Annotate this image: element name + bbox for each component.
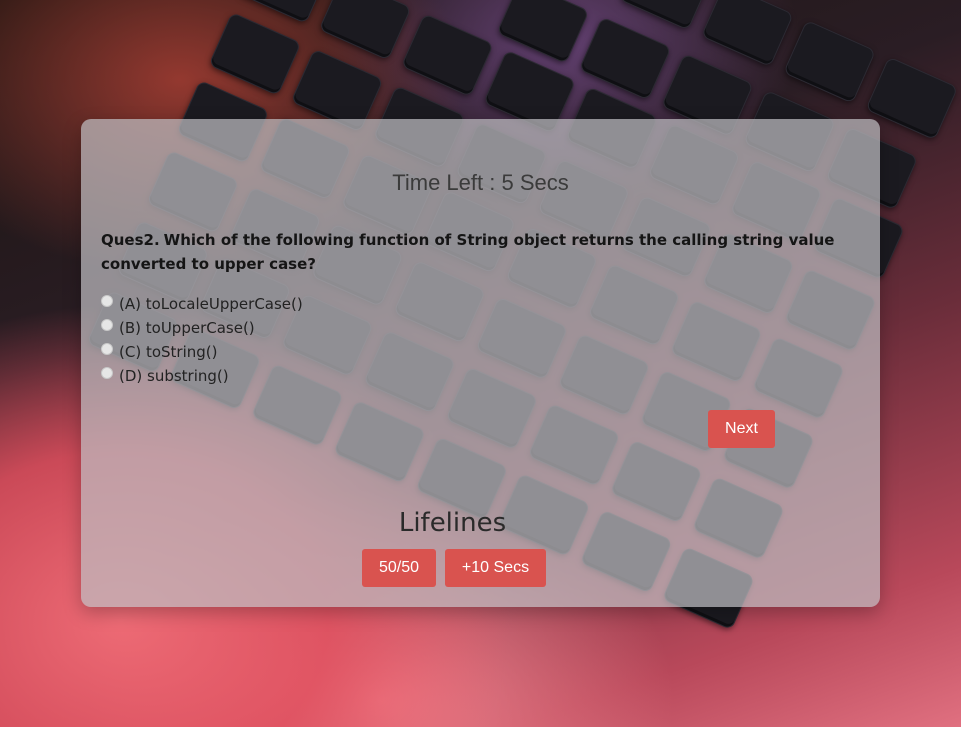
option-a-label: (A) toLocaleUpperCase() <box>119 295 303 313</box>
fifty-fifty-button[interactable]: 50/50 <box>362 549 436 587</box>
lifelines-title: Lifelines <box>398 508 507 538</box>
question-body: Which of the following function of Strin… <box>101 231 835 273</box>
option-c-label: (C) toString() <box>119 343 218 361</box>
time-left-label: Time Left : 5 Secs <box>392 170 569 195</box>
option-d-radio[interactable] <box>101 367 113 379</box>
option-d[interactable]: (D) substring() <box>101 364 303 388</box>
option-c[interactable]: (C) toString() <box>101 340 303 364</box>
option-a[interactable]: (A) toLocaleUpperCase() <box>101 292 303 316</box>
option-b[interactable]: (B) toUpperCase() <box>101 316 303 340</box>
option-b-radio[interactable] <box>101 319 113 331</box>
question-number: Ques2. <box>101 231 160 249</box>
answer-options: (A) toLocaleUpperCase() (B) toUpperCase(… <box>101 292 303 388</box>
option-b-label: (B) toUpperCase() <box>119 319 255 337</box>
add-ten-seconds-button[interactable]: +10 Secs <box>445 549 546 587</box>
question-text: Ques2. Which of the following function of… <box>101 228 871 276</box>
option-a-radio[interactable] <box>101 295 113 307</box>
option-c-radio[interactable] <box>101 343 113 355</box>
option-d-label: (D) substring() <box>119 367 229 385</box>
next-button[interactable]: Next <box>708 410 775 448</box>
